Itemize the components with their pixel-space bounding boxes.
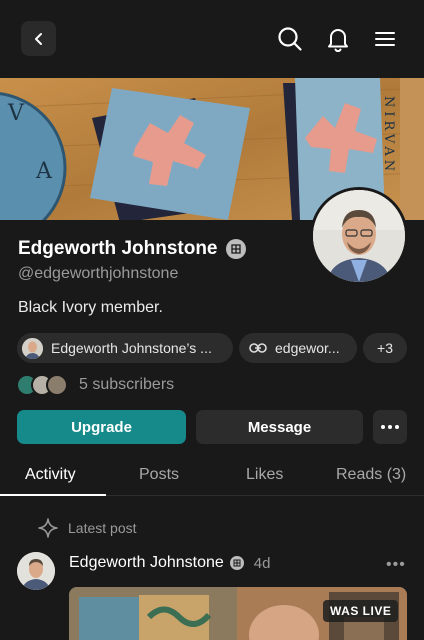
- publication-chip-label: Edgeworth Johnstone’s ...: [51, 340, 212, 356]
- subscribers-count: 5 subscribers: [79, 376, 175, 393]
- more-options-button[interactable]: [373, 410, 407, 444]
- active-tab-indicator: [0, 494, 106, 496]
- profile-name-row: Edgeworth Johnstone: [18, 238, 246, 260]
- search-icon: [278, 27, 302, 51]
- bell-icon: [328, 29, 348, 52]
- tab-activity[interactable]: Activity: [25, 466, 76, 484]
- profile-tabs: Activity Posts Likes Reads (3): [0, 456, 424, 496]
- menu-icon: [375, 32, 395, 46]
- link-chip[interactable]: edgewor...: [239, 333, 357, 363]
- profile-name: Edgeworth Johnstone: [18, 238, 218, 259]
- post-author-avatar[interactable]: [17, 552, 55, 590]
- menu-button[interactable]: [370, 24, 400, 54]
- verified-badge-icon: [229, 556, 244, 570]
- message-button[interactable]: Message: [196, 410, 363, 444]
- notifications-button[interactable]: [323, 24, 353, 54]
- back-button[interactable]: [21, 21, 56, 56]
- more-links-chip[interactable]: +3: [363, 333, 407, 363]
- avatar-photo: [313, 190, 405, 282]
- verified-badge-icon: [225, 239, 246, 259]
- post-author-name[interactable]: Edgeworth Johnstone: [69, 554, 224, 572]
- link-icon: [249, 343, 267, 353]
- latest-post-header: Latest post: [38, 518, 137, 538]
- tab-reads[interactable]: Reads (3): [336, 466, 406, 484]
- svg-text:V: V: [7, 101, 25, 126]
- subscribers-row[interactable]: 5 subscribers: [16, 374, 174, 396]
- chip-avatar: [22, 337, 43, 359]
- profile-handle: @edgeworthjohnstone: [18, 265, 179, 282]
- publication-chip[interactable]: Edgeworth Johnstone’s ...: [17, 333, 233, 363]
- tab-likes[interactable]: Likes: [246, 466, 283, 484]
- post-header: Edgeworth Johnstone 4d: [69, 554, 270, 572]
- post-more-button[interactable]: •••: [386, 556, 406, 574]
- more-links-label: +3: [377, 340, 393, 356]
- chevron-left-icon: [34, 32, 42, 45]
- svg-text:A: A: [35, 159, 53, 184]
- tab-posts[interactable]: Posts: [139, 466, 179, 484]
- top-bar: [0, 0, 424, 78]
- latest-post-label: Latest post: [68, 520, 137, 536]
- link-chip-label: edgewor...: [275, 340, 340, 356]
- sparkle-icon: [38, 518, 58, 538]
- was-live-badge: WAS LIVE: [323, 600, 399, 622]
- banner-text: NIRVAN: [381, 96, 396, 175]
- upgrade-button[interactable]: Upgrade: [17, 410, 186, 444]
- search-button[interactable]: [275, 24, 305, 54]
- subscriber-avatar: [46, 374, 68, 396]
- profile-avatar[interactable]: [310, 187, 408, 285]
- post-timestamp: 4d: [253, 554, 271, 572]
- more-horizontal-icon: [381, 425, 399, 429]
- profile-bio: Black Ivory member.: [18, 299, 163, 316]
